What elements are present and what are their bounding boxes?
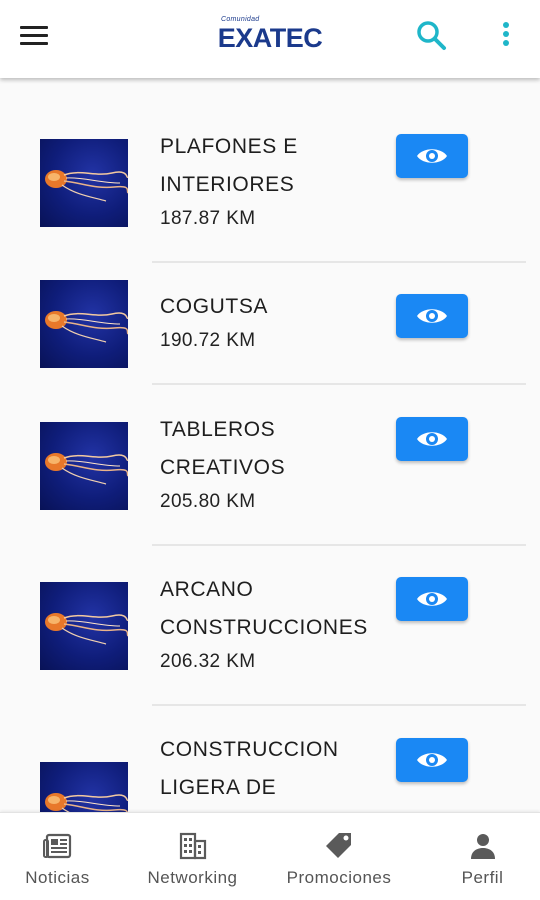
exatec-logo: Comunidad EXATEC <box>215 16 325 54</box>
item-text: PLAFONES E INTERIORES 187.87 KM <box>160 128 390 232</box>
item-name-line1: COGUTSA <box>160 295 269 318</box>
nav-label: Networking <box>147 868 238 887</box>
item-name-line1: PLAFONES E <box>160 135 298 158</box>
item-name-line1: ARCANO <box>160 578 254 601</box>
eye-icon <box>417 149 447 163</box>
eye-icon <box>417 309 447 323</box>
view-button[interactable] <box>396 738 468 782</box>
building-icon <box>179 832 206 860</box>
item-name-line1: TABLEROS <box>160 418 276 441</box>
divider <box>152 704 526 706</box>
item-text: TABLEROS CREATIVOS 205.80 KM <box>160 411 390 515</box>
item-name-line2: LIGERA DE <box>160 776 277 799</box>
eye-icon <box>417 432 447 446</box>
newspaper-icon <box>42 833 71 859</box>
search-icon[interactable] <box>412 16 452 56</box>
jellyfish-thumbnail <box>40 762 128 812</box>
top-app-bar: Comunidad EXATEC <box>0 0 540 78</box>
item-text: CONSTRUCCION LIGERA DE <box>160 731 390 807</box>
item-distance: 187.87 KM <box>160 208 256 229</box>
divider <box>152 544 526 546</box>
item-name-line2: INTERIORES <box>160 173 295 196</box>
nav-label: Noticias <box>25 868 90 887</box>
eye-icon <box>417 753 447 767</box>
jellyfish-thumbnail <box>40 280 128 368</box>
nav-item-perfil[interactable]: Perfil <box>440 813 525 900</box>
item-distance: 190.72 KM <box>160 330 256 351</box>
more-vertical-icon[interactable] <box>492 16 520 56</box>
logo-main-text: EXATEC <box>217 23 323 53</box>
nav-item-promociones[interactable]: Promociones <box>275 813 403 900</box>
item-distance: 206.32 KM <box>160 651 256 672</box>
jellyfish-thumbnail <box>40 139 128 227</box>
app-screen: Comunidad EXATEC PLAFONES E INTERIORES 1… <box>0 0 540 900</box>
view-button[interactable] <box>396 294 468 338</box>
tag-icon <box>326 833 351 858</box>
hamburger-menu-icon[interactable] <box>14 18 54 54</box>
jellyfish-thumbnail <box>40 422 128 510</box>
item-name-line2: CREATIVOS <box>160 456 286 479</box>
view-button[interactable] <box>396 134 468 178</box>
divider <box>152 261 526 263</box>
nav-label: Promociones <box>286 868 392 887</box>
business-list: PLAFONES E INTERIORES 187.87 KM COGUTSA … <box>0 78 540 812</box>
eye-icon <box>417 592 447 606</box>
view-button[interactable] <box>396 577 468 621</box>
nav-label: Perfil <box>461 868 504 887</box>
nav-item-noticias[interactable]: Noticias <box>10 813 105 900</box>
item-text: COGUTSA 190.72 KM <box>160 288 390 354</box>
nav-item-networking[interactable]: Networking <box>135 813 250 900</box>
divider <box>152 383 526 385</box>
bottom-navigation: Noticias Networking Promociones Perfil <box>0 812 540 900</box>
item-distance: 205.80 KM <box>160 491 256 512</box>
item-text: ARCANO CONSTRUCCIONES 206.32 KM <box>160 571 390 675</box>
jellyfish-thumbnail <box>40 582 128 670</box>
item-name-line1: CONSTRUCCION <box>160 738 339 761</box>
item-name-line2: CONSTRUCCIONES <box>160 616 368 639</box>
view-button[interactable] <box>396 417 468 461</box>
person-icon <box>470 834 495 859</box>
